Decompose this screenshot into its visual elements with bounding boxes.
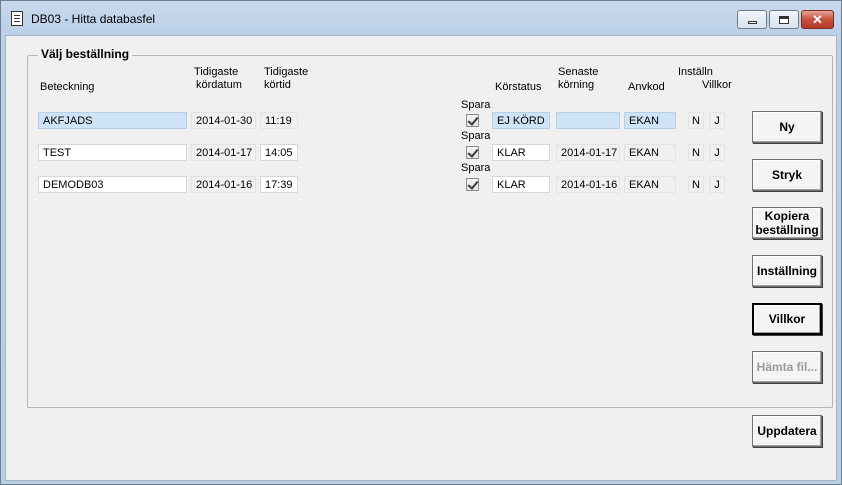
spara-checkbox[interactable]: [466, 146, 479, 159]
window-title: DB03 - Hitta databasfel: [31, 12, 156, 26]
anvkod-field: EKAN: [624, 112, 676, 129]
kopiera-label-line2: beställning: [755, 223, 819, 237]
kopiera-bestallning-button[interactable]: Kopiera beställning: [752, 207, 822, 239]
anvkod-field: EKAN: [624, 144, 676, 161]
senaste-korning-field: 2014-01-16: [556, 176, 620, 193]
ny-button[interactable]: Ny: [752, 111, 822, 143]
korstatus-field[interactable]: KLAR: [492, 176, 550, 193]
villkor-field: J: [709, 176, 725, 193]
spara-label: Spara: [461, 99, 491, 111]
close-button[interactable]: ✕: [801, 10, 834, 29]
villkor-button[interactable]: Villkor: [752, 303, 822, 335]
senaste-korning-field: 2014-01-17: [556, 144, 620, 161]
order-groupbox: Välj beställning Beteckning Tidigaste kö…: [27, 47, 833, 408]
header-senaste-korning-2: körning: [558, 79, 595, 91]
header-senaste-korning-1: Senaste: [558, 66, 599, 78]
header-tidigaste-kordatum-1: Tidigaste: [194, 66, 239, 78]
dialog-client-area: Välj beställning Beteckning Tidigaste kö…: [5, 35, 837, 481]
kordatum-field: 2014-01-16: [191, 176, 256, 193]
minimize-icon: [747, 21, 757, 24]
maximize-icon: [779, 15, 789, 24]
villkor-field: J: [709, 112, 725, 129]
installning-button[interactable]: Inställning: [752, 255, 822, 287]
header-korstatus: Körstatus: [495, 81, 542, 93]
uppdatera-button[interactable]: Uppdatera: [752, 415, 822, 447]
beteckning-field[interactable]: AKFJADS: [38, 112, 187, 129]
close-icon: ✕: [812, 12, 823, 27]
beteckning-field[interactable]: TEST: [38, 144, 187, 161]
stryk-button[interactable]: Stryk: [752, 159, 822, 191]
anvkod-field: EKAN: [624, 176, 676, 193]
installn-field: N: [688, 112, 704, 129]
kordatum-field: 2014-01-30: [191, 112, 256, 129]
spara-checkbox[interactable]: [466, 114, 479, 127]
header-tidigaste-kortid-1: Tidigaste: [264, 66, 309, 78]
kortid-field[interactable]: 17:39: [260, 176, 298, 193]
header-installn: Inställn: [678, 66, 713, 78]
header-beteckning: Beteckning: [40, 81, 95, 93]
document-icon: [11, 11, 23, 26]
header-villkor: Villkor: [702, 79, 732, 91]
maximize-button[interactable]: [769, 10, 799, 29]
header-anvkod: Anvkod: [628, 81, 665, 93]
minimize-button[interactable]: [737, 10, 767, 29]
kordatum-field: 2014-01-17: [191, 144, 256, 161]
korstatus-field[interactable]: KLAR: [492, 144, 550, 161]
title-bar[interactable]: DB03 - Hitta databasfel ✕: [1, 1, 841, 35]
kortid-field[interactable]: 14:05: [260, 144, 298, 161]
spara-checkbox[interactable]: [466, 178, 479, 191]
kopiera-label-line1: Kopiera: [764, 209, 810, 223]
villkor-field: J: [709, 144, 725, 161]
header-tidigaste-kortid-2: körtid: [264, 79, 291, 91]
spara-label: Spara: [461, 130, 491, 142]
senaste-korning-field: [556, 112, 620, 129]
installn-field: N: [688, 144, 704, 161]
spara-label: Spara: [461, 162, 491, 174]
group-legend: Välj beställning: [38, 47, 133, 61]
korstatus-field: EJ KÖRD: [492, 112, 550, 129]
kortid-field: 11:19: [260, 112, 298, 129]
hamta-fil-button: Hämta fil...: [752, 351, 822, 383]
installn-field: N: [688, 176, 704, 193]
app-window: DB03 - Hitta databasfel ✕ Välj beställni…: [0, 0, 842, 485]
beteckning-field[interactable]: DEMODB03: [38, 176, 187, 193]
header-tidigaste-kordatum-2: kördatum: [196, 79, 242, 91]
